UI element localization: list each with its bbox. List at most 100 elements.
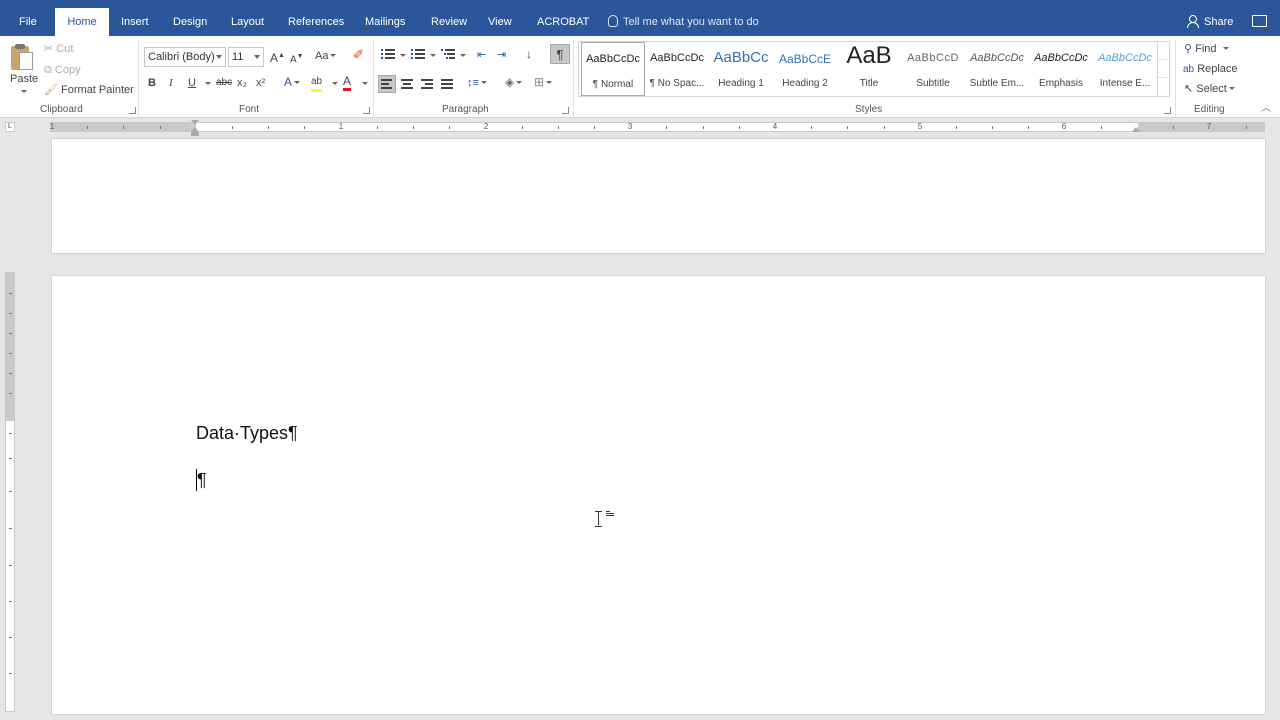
style-intense-emphasis[interactable]: AaBbCcDc Intense E... (1093, 42, 1157, 96)
tab-layout[interactable]: Layout (221, 8, 274, 36)
tab-home[interactable]: Home (55, 8, 109, 36)
numbering-icon[interactable] (411, 48, 425, 60)
tab-selector[interactable]: L (5, 122, 15, 132)
style-title[interactable]: AaB Title (837, 42, 901, 96)
font-size-combo[interactable]: 11 (228, 47, 264, 67)
subscript-button[interactable]: x₂ (237, 76, 247, 90)
grow-font-button[interactable]: A▲ (270, 49, 285, 65)
underline-dropdown-icon[interactable] (205, 82, 211, 85)
share-button[interactable]: Share (1186, 8, 1233, 36)
decrease-indent-icon[interactable]: ⇤ (477, 48, 486, 62)
font-color-button[interactable]: A (343, 74, 352, 91)
tab-view[interactable]: View (478, 8, 522, 36)
style-subtle-emphasis[interactable]: AaBbCcDc Subtle Em... (965, 42, 1029, 96)
align-center-icon[interactable] (400, 78, 414, 90)
copy-button[interactable]: ⧉ Copy (44, 63, 81, 77)
paragraph-launcher-icon[interactable] (562, 107, 569, 114)
numbering-dropdown-icon[interactable] (430, 54, 436, 57)
format-painter-button[interactable]: 🖌 Format Painter (44, 83, 134, 97)
multilevel-list-icon[interactable] (441, 48, 455, 60)
editing-group-label: Editing (1194, 104, 1225, 115)
style-heading-2[interactable]: AaBbCcE Heading 2 (773, 42, 837, 96)
borders-icon[interactable]: ⊞ (534, 75, 553, 89)
align-right-icon[interactable] (420, 78, 434, 90)
paste-dropdown-icon[interactable] (21, 90, 27, 93)
tab-references[interactable]: References (278, 8, 354, 36)
paste-icon[interactable] (11, 44, 35, 72)
font-family-combo[interactable]: Calibri (Body) (144, 47, 226, 67)
change-case-button[interactable]: Aa (315, 49, 337, 63)
style-no-spacing[interactable]: AaBbCcDc ¶ No Spac... (645, 42, 709, 96)
click-and-type-indicator-icon (606, 511, 614, 517)
tab-review[interactable]: Review (421, 8, 477, 36)
line-spacing-icon[interactable]: ↕≡ (467, 76, 487, 90)
font-group-label: Font (239, 104, 260, 115)
right-indent-marker[interactable] (1132, 127, 1140, 132)
highlight-button[interactable]: ab (311, 75, 323, 92)
previous-page (51, 138, 1266, 254)
left-indent-marker[interactable] (191, 132, 199, 136)
paintbrush-icon: 🖌 (44, 84, 58, 96)
show-hide-button[interactable]: ¶ (550, 44, 570, 64)
gallery-more-icon[interactable] (1158, 78, 1169, 96)
document-heading[interactable]: Data·Types¶ (196, 423, 298, 444)
font-color-dropdown-icon[interactable] (362, 82, 368, 85)
styles-gallery-scroll[interactable] (1157, 42, 1169, 96)
tab-design[interactable]: Design (163, 8, 217, 36)
bullets-dropdown-icon[interactable] (400, 54, 406, 57)
text-effects-button[interactable]: A (284, 75, 301, 89)
clear-formatting-icon[interactable]: ✐ (353, 48, 364, 62)
gallery-down-icon[interactable] (1158, 60, 1169, 78)
tab-file[interactable]: File (9, 8, 47, 36)
bullets-icon[interactable] (381, 48, 395, 60)
first-line-indent-marker[interactable] (191, 120, 199, 125)
replace-icon: ab (1183, 64, 1195, 75)
clipboard-launcher-icon[interactable] (129, 107, 136, 114)
font-launcher-icon[interactable] (363, 107, 370, 114)
strikethrough-button[interactable]: abc (216, 76, 232, 90)
vertical-ruler[interactable] (5, 272, 15, 712)
empty-paragraph-mark[interactable]: ¶ (197, 470, 207, 491)
find-button[interactable]: ⚲ Find (1184, 42, 1229, 56)
styles-launcher-icon[interactable] (1164, 107, 1171, 114)
cut-button[interactable]: ✂ Cut (44, 42, 73, 56)
align-left-icon[interactable] (378, 75, 396, 93)
replace-button[interactable]: ab Replace (1183, 62, 1238, 77)
copy-icon: ⧉ (44, 64, 52, 76)
tab-insert[interactable]: Insert (111, 8, 159, 36)
styles-group-label: Styles (855, 104, 883, 115)
tell-me-search[interactable]: Tell me what you want to do (608, 8, 759, 36)
font-family-value: Calibri (Body) (148, 51, 215, 63)
paste-button[interactable]: Paste (10, 72, 38, 86)
tab-acrobat[interactable]: ACROBAT (527, 8, 599, 36)
current-page[interactable]: Data·Types¶ ¶ (51, 275, 1266, 715)
comments-icon[interactable] (1252, 15, 1267, 27)
style-normal[interactable]: AaBbCcDc ¶ Normal (581, 42, 645, 96)
style-subtitle[interactable]: AaBbCcD Subtitle (901, 42, 965, 96)
highlight-dropdown-icon[interactable] (332, 82, 338, 85)
increase-indent-icon[interactable]: ⇥ (497, 48, 506, 62)
horizontal-ruler[interactable]: 1 1 2 3 4 5 6 7 (50, 122, 1265, 132)
bold-button[interactable]: B (148, 76, 156, 90)
superscript-button[interactable]: x² (256, 76, 265, 90)
ribbon-home: Paste ✂ Cut ⧉ Copy 🖌 Format Painter Clip… (0, 36, 1280, 118)
select-button[interactable]: ↖ Select (1184, 82, 1235, 96)
multilevel-dropdown-icon[interactable] (460, 54, 466, 57)
shading-icon[interactable]: ◈ (505, 75, 523, 89)
underline-button[interactable]: U (188, 76, 196, 90)
justify-icon[interactable] (440, 78, 454, 90)
cut-label: Cut (56, 43, 74, 55)
style-emphasis[interactable]: AaBbCcDc Emphasis (1029, 42, 1093, 96)
collapse-ribbon-icon[interactable]: ︿ (1261, 102, 1271, 116)
group-divider (573, 40, 574, 116)
share-label: Share (1204, 16, 1234, 28)
cursor-arrow-icon: ↖ (1184, 83, 1194, 95)
gallery-up-icon[interactable] (1158, 42, 1169, 60)
group-divider (1175, 40, 1176, 116)
clipboard-group-label: Clipboard (40, 104, 83, 115)
tab-mailings[interactable]: Mailings (355, 8, 415, 36)
sort-icon[interactable]: ↓ (526, 47, 532, 61)
style-heading-1[interactable]: AaBbCc Heading 1 (709, 42, 773, 96)
italic-button[interactable]: I (169, 76, 173, 90)
shrink-font-button[interactable]: A▼ (290, 50, 304, 67)
